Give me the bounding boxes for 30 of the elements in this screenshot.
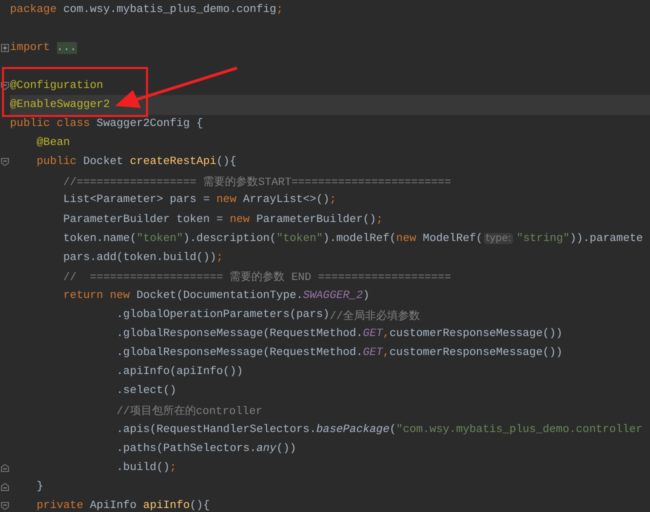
code-line: .build();: [116, 460, 178, 476]
code-line: @Bean: [36, 136, 71, 152]
code-line: return new Docket(DocumentationType.SWAGGER_2): [62, 288, 371, 304]
fold-icon[interactable]: [1, 502, 9, 510]
code-line: import ...: [10, 40, 78, 56]
code-line: .paths(PathSelectors.any()): [116, 442, 298, 457]
code-line: .globalResponseMessage(RequestMethod.GET,customerResponseMessage()): [116, 327, 564, 342]
code-line: .globalOperationParameters(pars)//全局非必填参数: [116, 308, 421, 325]
code-line: //项目包所在的controller: [116, 404, 264, 420]
code-line: }: [36, 480, 44, 495]
fold-icon[interactable]: [1, 82, 9, 90]
expand-icon[interactable]: [1, 44, 9, 52]
code-line: .select(): [116, 384, 178, 400]
code-line: .apis(RequestHandlerSelectors.basePackage("com.wsy.mybatis_plus_demo.controller: [116, 422, 644, 438]
code-line: List<Parameter> pars = new ArrayList<>();: [62, 193, 338, 208]
code-line: ParameterBuilder token = new ParameterBuilder();: [62, 212, 384, 228]
code-line: public class Swagger2Config {: [10, 117, 204, 132]
code-line: package com.wsy.mybatis_plus_demo.config;: [10, 2, 284, 18]
code-line: token.name("token").description("token").modelRef(new ModelRef( type: "string")).paramete: [62, 232, 644, 247]
fold-icon[interactable]: [1, 464, 9, 472]
fold-icon[interactable]: [1, 482, 9, 491]
fold-icon[interactable]: [1, 158, 9, 166]
code-line: @Configuration: [10, 78, 104, 94]
code-line: public Docket createRestApi(){: [36, 155, 238, 170]
code-line: // ==================== 需要的参数 END ====================: [62, 270, 452, 286]
code-line: .globalResponseMessage(RequestMethod.GET,customerResponseMessage()): [116, 346, 564, 362]
code-line: //================== 需要的参数START========================: [62, 175, 452, 191]
code-line: private ApiInfo apiInfo(){: [36, 498, 211, 512]
code-line: pars.add(token.build());: [62, 250, 224, 266]
code-line: .apiInfo(apiInfo()): [116, 365, 244, 380]
